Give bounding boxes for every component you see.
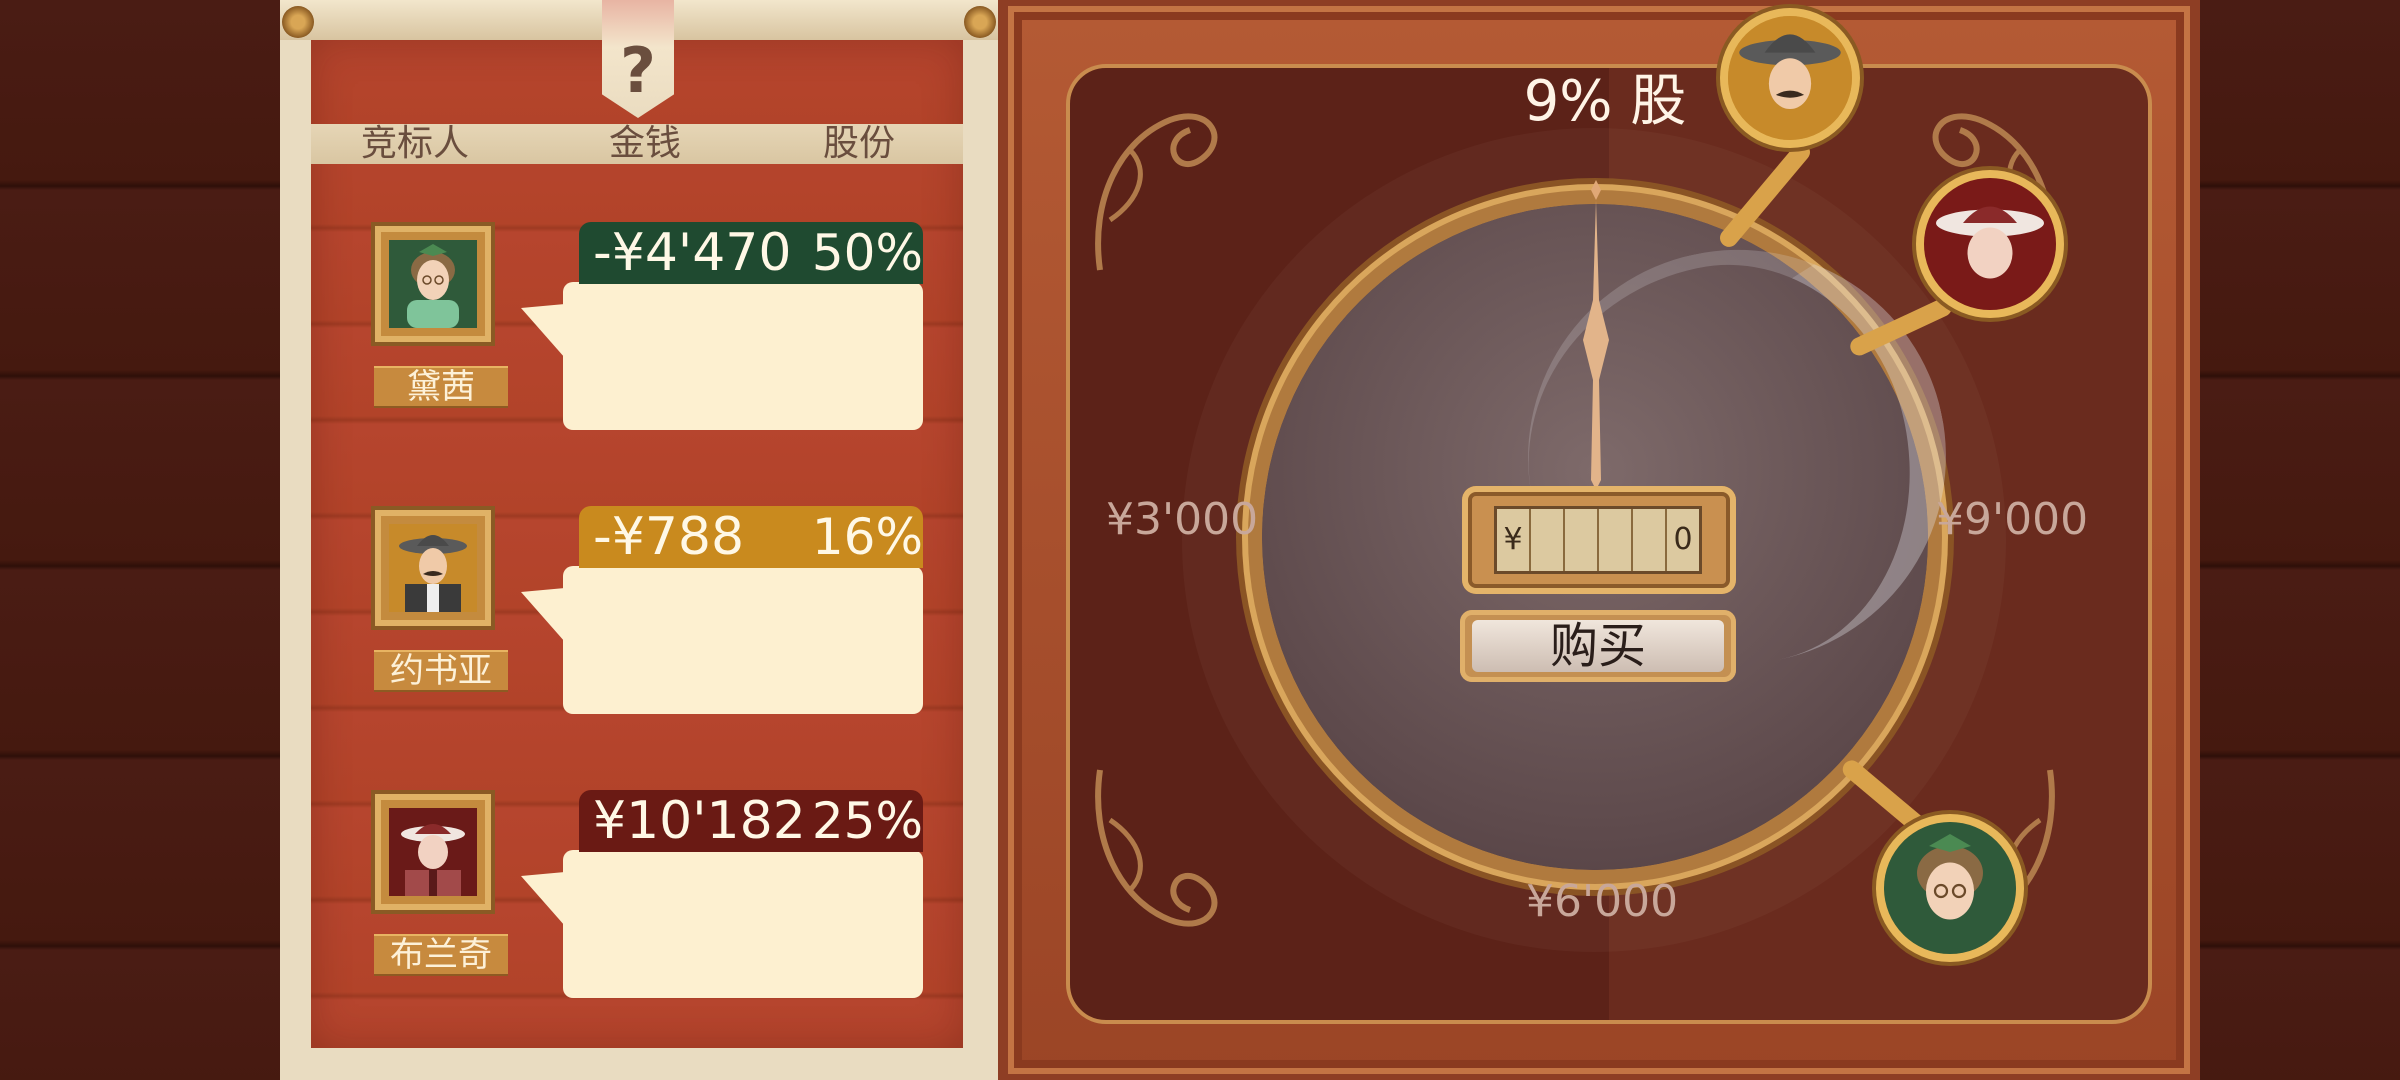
buy-button-label[interactable]: 购买 [1472, 620, 1724, 672]
speech-bubble [563, 282, 923, 430]
column-header: 竞标人 金钱 股份 [311, 124, 963, 164]
price-input[interactable]: ¥ 0 [1494, 506, 1702, 574]
speech-bubble-tail [521, 287, 565, 359]
portrait-cowboy-icon [389, 524, 477, 612]
bidder-name: 约书亚 [374, 650, 508, 692]
scale-label-bottom: ¥6'000 [1526, 876, 1679, 927]
speech-bubble-tail [521, 855, 565, 927]
bidder-row-blanche: 布兰奇 ¥10'182 25% [311, 790, 963, 1040]
bidder-name: 布兰奇 [374, 934, 508, 976]
column-bidder: 竞标人 [361, 123, 470, 164]
bid-bar: ¥10'182 25% [579, 790, 923, 852]
scroll-knob-right [964, 6, 996, 38]
digit-slot[interactable] [1633, 509, 1667, 571]
auction-share-title: 9% 股 [1523, 69, 1687, 134]
bidder-row-daisy: 黛茜 -¥4'470 50% [311, 222, 963, 472]
scroll-knob-left [282, 6, 314, 38]
bid-amount: -¥788 [593, 507, 745, 567]
avatar [371, 790, 495, 914]
column-money: 金钱 [609, 123, 682, 164]
column-shares: 股份 [823, 123, 896, 164]
speech-bubble [563, 566, 923, 714]
digit-slot[interactable] [1565, 509, 1599, 571]
bid-shares: 25% [811, 792, 923, 850]
buy-button[interactable]: 购买 [1460, 610, 1736, 682]
bid-amount: -¥4'470 [593, 223, 792, 283]
price-value[interactable]: 0 [1667, 509, 1699, 571]
scale-label-left: ¥3'000 [1106, 494, 1259, 545]
bid-amount: ¥10'182 [593, 791, 806, 851]
avatar [371, 506, 495, 630]
pin-avatar-daisy [1884, 822, 2016, 954]
bid-bar: -¥4'470 50% [579, 222, 923, 284]
scale-label-right: ¥9'000 [1936, 494, 2089, 545]
bid-shares: 50% [811, 224, 923, 282]
speech-bubble-tail [521, 571, 565, 643]
digit-slot[interactable] [1531, 509, 1565, 571]
bid-bar: -¥788 16% [579, 506, 923, 568]
question-mark-icon[interactable]: ? [602, 36, 674, 106]
portrait-woman-green-icon [389, 240, 477, 328]
portrait-old-woman-hat-icon [1924, 178, 2056, 310]
digit-slot[interactable] [1599, 509, 1633, 571]
speech-bubble [563, 850, 923, 998]
price-input-frame: ¥ 0 [1462, 486, 1736, 594]
pin-avatar-blanche [1924, 178, 2056, 310]
ornament-flourish-icon [1095, 113, 1218, 271]
avatar [371, 222, 495, 346]
bidders-panel: ? 竞标人 金钱 股份 黛茜 -¥4'470 50% 约书亚 -¥788 16%… [280, 0, 998, 1080]
portrait-old-woman-hat-icon [389, 808, 477, 896]
bidder-name: 黛茜 [374, 366, 508, 408]
portrait-cowboy-icon [1728, 16, 1852, 140]
bidder-row-joshua: 约书亚 -¥788 16% [311, 506, 963, 756]
dial-needle [1583, 180, 1609, 490]
bid-shares: 16% [811, 508, 923, 566]
pin-avatar-joshua [1728, 16, 1852, 140]
currency-symbol: ¥ [1497, 509, 1531, 571]
ornament-flourish-icon [1095, 769, 1218, 927]
portrait-woman-green-icon [1884, 822, 2016, 954]
